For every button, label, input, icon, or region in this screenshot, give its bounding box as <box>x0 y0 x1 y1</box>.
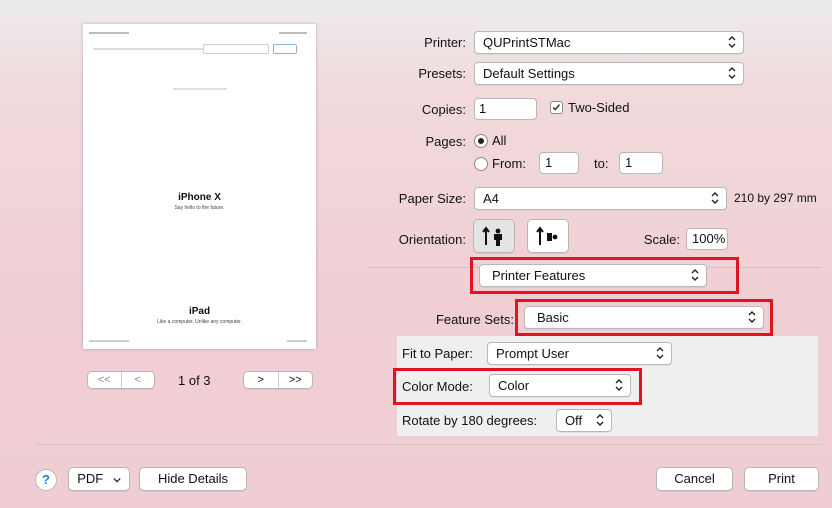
pages-all-label: All <box>492 133 507 148</box>
first-page-button[interactable]: << <box>88 372 122 388</box>
help-button[interactable]: ? <box>35 469 57 491</box>
updown-chevron-icon <box>615 379 623 391</box>
color-mode-value: Color <box>498 378 530 393</box>
section-select[interactable]: Printer Features <box>479 264 707 287</box>
footer-separator <box>36 444 822 445</box>
next-page-button[interactable]: > <box>244 372 279 388</box>
orientation-label: Orientation: <box>398 232 466 247</box>
checkmark-icon <box>552 104 560 111</box>
updown-chevron-icon <box>656 347 664 359</box>
preview-mini-text <box>173 88 227 90</box>
presets-select-value: Default Settings <box>483 66 575 81</box>
preview-footer-line-right <box>287 340 307 342</box>
page-indicator: 1 of 3 <box>178 373 211 388</box>
updown-chevron-icon <box>728 67 736 79</box>
feature-sets-value: Basic <box>537 310 569 325</box>
presets-label: Presets: <box>418 66 466 81</box>
previous-page-button[interactable]: < <box>122 372 155 388</box>
pages-all-option[interactable]: All <box>474 133 506 148</box>
preview-mini-button <box>273 44 297 54</box>
section-select-value: Printer Features <box>492 268 586 283</box>
two-sided-label: Two-Sided <box>568 100 630 115</box>
pages-range-option[interactable]: From: <box>474 156 526 171</box>
color-mode-label: Color Mode: <box>402 379 473 394</box>
fit-to-paper-value: Prompt User <box>496 346 569 361</box>
pages-range-radio[interactable] <box>474 156 488 171</box>
updown-chevron-icon <box>596 414 604 426</box>
updown-chevron-icon <box>748 311 756 323</box>
two-sided-checkbox[interactable] <box>550 101 563 114</box>
fit-to-paper-select[interactable]: Prompt User <box>487 342 672 365</box>
pages-from-label: From: <box>492 156 526 171</box>
scale-input[interactable]: 100% <box>686 228 728 250</box>
help-icon: ? <box>42 472 50 487</box>
printer-select-value: QUPrintSTMac <box>483 35 571 50</box>
updown-chevron-icon <box>728 36 736 48</box>
rotate-select[interactable]: Off <box>556 409 612 432</box>
scale-label: Scale: <box>643 232 680 247</box>
landscape-orientation-icon <box>536 226 558 245</box>
hide-details-button[interactable]: Hide Details <box>139 467 247 491</box>
cancel-button[interactable]: Cancel <box>656 467 733 491</box>
page-nav-back-group: << < <box>87 371 155 389</box>
print-preview-page: iPhone X Say hello to the future. iPad L… <box>83 24 316 349</box>
paper-size-value: A4 <box>483 191 499 206</box>
pdf-menu-button[interactable]: PDF <box>68 467 130 491</box>
pages-all-radio[interactable] <box>474 133 488 148</box>
orientation-portrait-button[interactable] <box>473 219 515 253</box>
pages-to-input[interactable]: 1 <box>619 152 663 174</box>
pages-from-input[interactable]: 1 <box>539 152 579 174</box>
preview-bar-line <box>93 48 203 50</box>
rotate-label: Rotate by 180 degrees: <box>402 413 538 428</box>
print-button[interactable]: Print <box>744 467 819 491</box>
two-sided-option[interactable]: Two-Sided <box>550 100 629 115</box>
updown-chevron-icon <box>691 269 699 281</box>
rotate-value: Off <box>565 413 583 428</box>
fit-to-paper-label: Fit to Paper: <box>402 346 473 361</box>
color-mode-select[interactable]: Color <box>489 374 631 397</box>
preview-footer-line-left <box>89 340 129 342</box>
preview-mini-field <box>203 44 269 54</box>
paper-size-label: Paper Size: <box>398 191 466 206</box>
paper-size-select[interactable]: A4 <box>474 187 727 210</box>
presets-select[interactable]: Default Settings <box>474 62 744 85</box>
portrait-orientation-icon <box>482 226 502 246</box>
preview-header-text <box>89 32 129 34</box>
printer-label: Printer: <box>424 35 466 50</box>
last-page-button[interactable]: >> <box>279 372 313 388</box>
pages-to-label: to: <box>594 156 609 171</box>
chevron-down-icon <box>113 477 121 483</box>
printer-select[interactable]: QUPrintSTMac <box>474 31 744 54</box>
copies-input[interactable]: 1 <box>474 98 537 120</box>
preview-subtext-iphone: Say hello to the future. <box>174 205 225 211</box>
paper-size-dimensions: 210 by 297 mm <box>734 191 817 205</box>
preview-header-text-right <box>279 32 307 34</box>
orientation-landscape-button[interactable] <box>527 219 569 253</box>
pages-label: Pages: <box>425 134 466 149</box>
preview-subtext-ipad: Like a computer. Unlike any computer. <box>157 319 242 325</box>
page-nav-forward-group: > >> <box>243 371 313 389</box>
feature-sets-label: Feature Sets: <box>435 312 514 327</box>
preview-heading-iphone: iPhone X <box>178 192 221 203</box>
feature-sets-select[interactable]: Basic <box>524 306 764 329</box>
updown-chevron-icon <box>711 192 719 204</box>
copies-label: Copies: <box>421 102 466 117</box>
pdf-button-label: PDF <box>77 471 104 486</box>
preview-heading-ipad: iPad <box>188 306 211 317</box>
